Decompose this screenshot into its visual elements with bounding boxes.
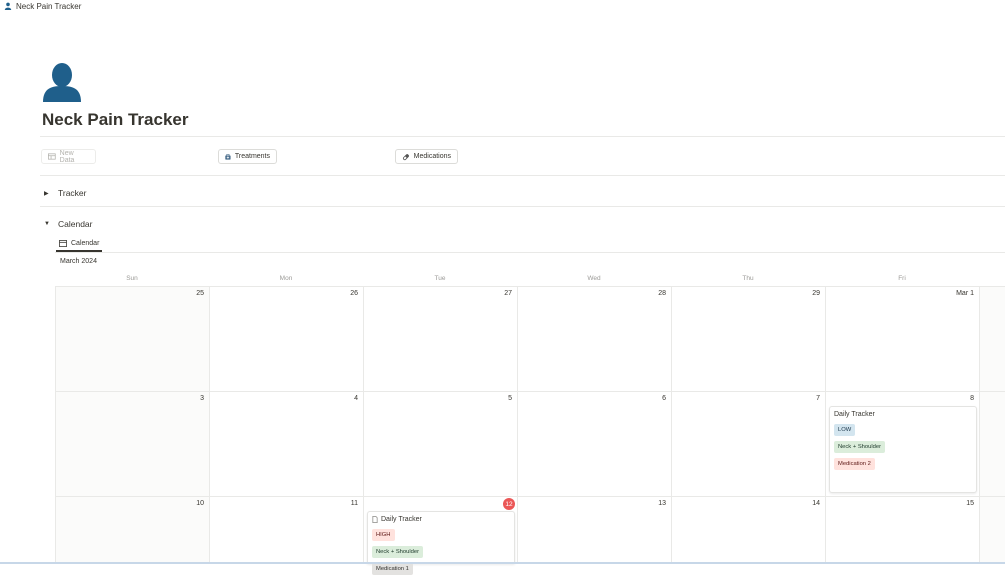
day-cell[interactable] — [980, 287, 1005, 392]
calendar-icon — [59, 239, 67, 247]
day-cell[interactable] — [364, 287, 518, 392]
day-cell[interactable] — [826, 497, 980, 564]
medication-tag: Medication 2 — [834, 458, 875, 470]
day-number: 14 — [812, 500, 820, 507]
day-cell[interactable] — [672, 392, 826, 497]
event-title: Daily Tracker — [834, 411, 875, 418]
event-title: Daily Tracker — [381, 516, 422, 523]
event-card[interactable]: Daily Tracker HIGH Neck + Shoulder Medic… — [367, 511, 515, 575]
divider — [40, 136, 1005, 137]
day-number: 28 — [658, 290, 666, 297]
day-cell[interactable] — [56, 287, 210, 392]
day-cell[interactable] — [826, 287, 980, 392]
day-number: 7 — [816, 395, 820, 402]
area-tag: Neck + Shoulder — [372, 546, 424, 558]
day-cell[interactable] — [980, 497, 1005, 564]
calendar-label: Calendar — [58, 219, 93, 229]
tracker-toggle[interactable]: ▶ Tracker — [44, 188, 87, 198]
event-card[interactable]: Daily Tracker LOW Neck + Shoulder Medica… — [829, 406, 977, 493]
medication-tag: Medication 1 — [372, 563, 413, 575]
day-cell[interactable] — [672, 287, 826, 392]
day-cell[interactable] — [56, 392, 210, 497]
day-cell[interactable] — [980, 392, 1005, 497]
medications-button[interactable]: Medications — [395, 149, 458, 164]
calendar-toggle[interactable]: ▼ Calendar — [44, 219, 93, 229]
new-data-button[interactable]: New Data — [41, 149, 96, 164]
treatments-button[interactable]: Treatments — [218, 149, 277, 164]
pain-level-tag: LOW — [834, 424, 856, 436]
day-cell[interactable] — [210, 392, 364, 497]
day-cell[interactable] — [518, 392, 672, 497]
day-cell[interactable] — [518, 287, 672, 392]
weekday-header: Thu — [742, 275, 754, 282]
weekday-header: Wed — [587, 275, 601, 282]
day-number: 10 — [196, 500, 204, 507]
day-cell[interactable] — [364, 392, 518, 497]
month-label: March 2024 — [60, 258, 97, 265]
today-badge: 12 — [503, 498, 515, 510]
day-cell[interactable] — [56, 497, 210, 564]
day-number: 5 — [508, 395, 512, 402]
event-title-row: Daily Tracker — [372, 516, 510, 523]
day-number: 4 — [354, 395, 358, 402]
day-number: 13 — [658, 500, 666, 507]
day-number: 8 — [970, 395, 974, 402]
view-tabs-divider — [55, 252, 1005, 253]
day-number: 15 — [966, 500, 974, 507]
day-cell[interactable] — [210, 497, 364, 564]
person-icon[interactable] — [42, 62, 82, 102]
day-number: 29 — [812, 290, 820, 297]
weekday-header: Sun — [126, 275, 138, 282]
document-icon — [372, 516, 378, 523]
divider — [40, 206, 1005, 207]
day-number: 25 — [196, 290, 204, 297]
weekday-header: Mon — [279, 275, 293, 282]
medications-label: Medications — [413, 153, 451, 160]
caret-down-icon: ▼ — [44, 221, 50, 227]
day-cell[interactable] — [518, 497, 672, 564]
day-cell[interactable] — [210, 287, 364, 392]
day-number: 27 — [504, 290, 512, 297]
table-icon — [48, 153, 56, 160]
breadcrumb-title: Neck Pain Tracker — [16, 1, 82, 11]
new-data-label: New Data — [59, 149, 75, 164]
treatments-label: Treatments — [234, 153, 270, 160]
day-cell[interactable] — [672, 497, 826, 564]
weekday-header: Tue — [434, 275, 446, 282]
pain-level-tag: HIGH — [372, 529, 395, 541]
day-number: 11 — [350, 500, 358, 507]
day-number: 3 — [200, 395, 204, 402]
day-number: 6 — [662, 395, 666, 402]
medical-bag-icon — [225, 153, 231, 160]
weekday-header: Fri — [898, 275, 906, 282]
tab-calendar-view[interactable]: Calendar — [56, 236, 103, 252]
view-tab-label: Calendar — [71, 239, 100, 247]
area-tag: Neck + Shoulder — [834, 441, 886, 453]
page-title: Neck Pain Tracker — [42, 110, 189, 129]
caret-right-icon: ▶ — [44, 190, 49, 197]
person-icon — [4, 2, 12, 10]
tracker-label: Tracker — [58, 188, 87, 198]
day-number: Mar 1 — [956, 290, 974, 297]
day-number: 26 — [350, 290, 358, 297]
breadcrumb[interactable]: Neck Pain Tracker — [4, 0, 81, 12]
pill-icon — [403, 153, 410, 160]
divider — [40, 175, 1005, 176]
